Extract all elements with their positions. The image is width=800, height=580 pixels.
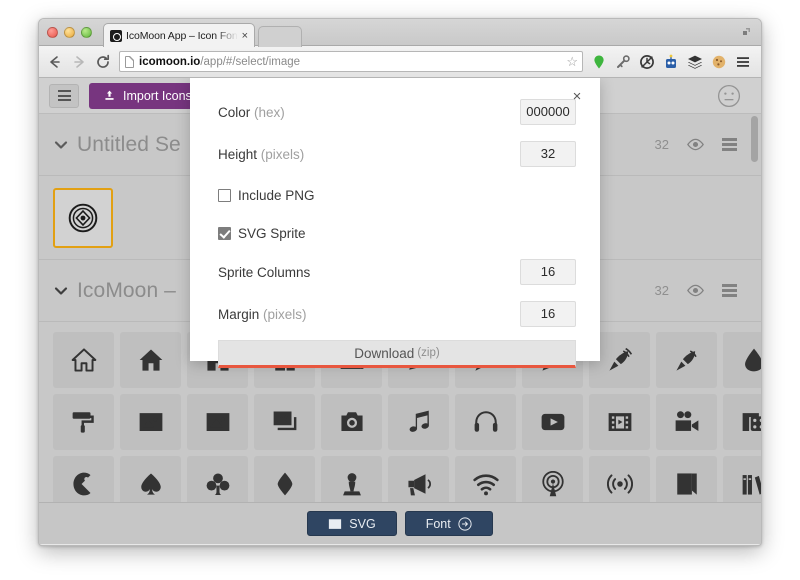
download-button-label: Download (354, 345, 415, 361)
clock-icon[interactable] (639, 54, 655, 70)
close-window-button[interactable] (47, 27, 58, 38)
neutral-face-icon[interactable] (717, 84, 741, 108)
height-input[interactable]: 32 (520, 141, 576, 167)
include-png-label: Include PNG (238, 187, 315, 203)
tab-strip: IcoMoon App – Icon Font G × (39, 19, 761, 47)
reload-icon[interactable] (95, 54, 111, 70)
eye-icon[interactable] (687, 138, 704, 151)
maximize-window-button[interactable] (81, 27, 92, 38)
selected-icon-tile[interactable] (53, 187, 113, 248)
forward-arrow-icon[interactable] (71, 54, 87, 70)
eye-icon[interactable] (687, 284, 704, 297)
layers-icon[interactable] (687, 54, 703, 70)
icon-tile-image-2[interactable] (187, 394, 248, 450)
sprite-columns-label: Sprite Columns (218, 264, 311, 280)
import-icons-button[interactable]: Import Icons (89, 82, 206, 109)
url-text: icomoon.io/app/#/select/image (139, 56, 300, 68)
close-icon[interactable]: × (242, 30, 250, 42)
image-icon (329, 518, 342, 529)
icon-tile-play[interactable] (522, 394, 583, 450)
download-button-hint: (zip) (417, 347, 440, 359)
app-bottombar: SVG Font (39, 502, 761, 544)
close-icon[interactable]: × (568, 88, 586, 106)
pin-icon[interactable] (591, 54, 607, 70)
arrow-right-circle-icon (458, 516, 472, 531)
set-icon-count: 32 (654, 283, 669, 298)
browser-toolbar: icomoon.io/app/#/select/image ☆ (39, 46, 761, 78)
import-icons-label: Import Icons (123, 88, 192, 103)
minimize-window-button[interactable] (64, 27, 75, 38)
dialog-row-sprite-columns: Sprite Columns 16 (218, 256, 576, 288)
sprite-columns-input[interactable]: 16 (520, 259, 576, 285)
set-controls: 32 (655, 260, 737, 321)
download-options-dialog: × Color (hex) 000000 Height (pixels) 32 … (190, 78, 600, 368)
robot-icon[interactable] (663, 54, 679, 70)
font-button[interactable]: Font (404, 511, 493, 536)
app-scrollbar-track[interactable] (750, 116, 759, 500)
download-button[interactable]: Download (zip) (218, 340, 576, 368)
icon-tile-film[interactable] (589, 394, 650, 450)
svg-sprite-label: SVG Sprite (238, 225, 306, 241)
icomoon-logo-icon (68, 203, 98, 232)
color-label: Color (hex) (218, 104, 285, 120)
svg-button-label: SVG (349, 516, 376, 531)
set-menu-icon[interactable] (722, 138, 737, 151)
cookie-icon[interactable] (711, 54, 727, 70)
margin-label: Margin (pixels) (218, 306, 307, 322)
url-host: icomoon.io (139, 55, 201, 68)
extension-toolbar (591, 54, 753, 70)
browser-window: IcoMoon App – Icon Font G × icomoon.io/a… (38, 18, 762, 546)
icon-tile-video-camera[interactable] (656, 394, 717, 450)
chevron-down-icon[interactable] (53, 137, 69, 153)
set-title: Untitled Se (77, 132, 181, 156)
set-icon-count: 32 (654, 137, 669, 152)
svg-button[interactable]: SVG (307, 511, 397, 536)
icon-tile-home-outline[interactable] (53, 332, 114, 388)
include-png-row[interactable]: Include PNG (218, 180, 576, 210)
set-menu-icon[interactable] (722, 284, 737, 297)
app-menu-toggle-button[interactable] (49, 83, 79, 108)
app-viewport: Import Icons Untitled Se 32 IcoMoon – 32… (39, 78, 761, 544)
svg-sprite-row[interactable]: SVG Sprite (218, 218, 576, 248)
page-document-icon (125, 55, 134, 68)
restore-window-icon[interactable] (739, 26, 753, 39)
window-controls (47, 27, 92, 38)
address-bar[interactable]: icomoon.io/app/#/select/image ☆ (119, 51, 583, 72)
icon-tile-feather[interactable] (656, 332, 717, 388)
set-controls: 32 (655, 114, 737, 175)
icon-tile-image[interactable] (120, 394, 181, 450)
include-png-checkbox[interactable] (218, 188, 231, 202)
dialog-row-margin: Margin (pixels) 16 (218, 298, 576, 330)
url-path: /app/#/select/image (200, 55, 301, 68)
svg-sprite-checkbox[interactable] (218, 226, 231, 240)
favicon-icon (110, 29, 122, 42)
icon-tile-music[interactable] (388, 394, 449, 450)
key-icon[interactable] (615, 54, 631, 70)
browser-tab[interactable]: IcoMoon App – Icon Font G × (103, 23, 255, 47)
back-arrow-icon[interactable] (47, 54, 63, 70)
margin-input[interactable]: 16 (520, 301, 576, 327)
height-label: Height (pixels) (218, 146, 305, 162)
bookmark-star-icon[interactable]: ☆ (566, 54, 578, 70)
browser-menu-icon[interactable] (735, 54, 751, 70)
icon-tile-paint-roller[interactable] (53, 394, 114, 450)
icon-tile-headphones[interactable] (455, 394, 516, 450)
new-tab-placeholder[interactable] (258, 26, 302, 47)
tab-title: IcoMoon App – Icon Font G (126, 29, 238, 42)
dialog-row-color: Color (hex) 000000 (218, 96, 576, 128)
upload-icon (105, 90, 114, 100)
icon-tile-camera[interactable] (321, 394, 382, 450)
font-button-label: Font (425, 516, 451, 531)
icon-tile-images[interactable] (254, 394, 315, 450)
dialog-row-height: Height (pixels) 32 (218, 138, 576, 170)
set-title: IcoMoon – (77, 278, 176, 302)
icon-tile-home-filled[interactable] (120, 332, 181, 388)
app-scrollbar-thumb[interactable] (751, 116, 758, 162)
chevron-down-icon[interactable] (53, 283, 69, 299)
